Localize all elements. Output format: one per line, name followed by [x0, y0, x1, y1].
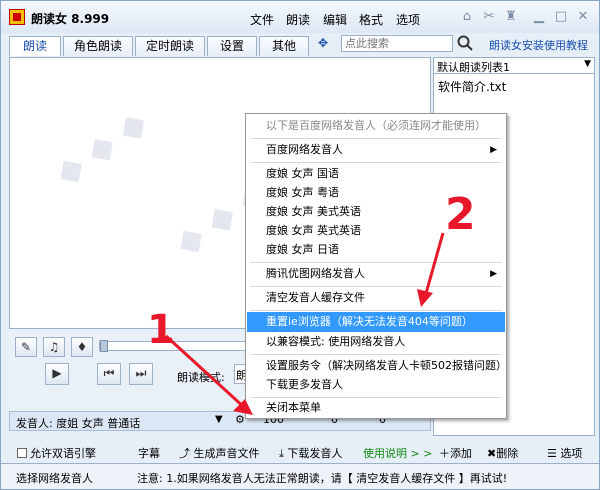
subtitle-button[interactable]: 字幕 — [138, 445, 160, 461]
skin-icon[interactable]: ♜ — [503, 10, 519, 24]
ctx-compat-mode[interactable]: 以兼容模式: 使用网络发音人 — [247, 332, 505, 352]
ctx-set-token[interactable]: 设置服务令（解决网络发音人卡顿502报错问题） — [247, 356, 507, 376]
playlist-select-value: 默认朗读列表1 — [437, 61, 510, 74]
dual-engine-label: 允许双语引擎 — [30, 447, 96, 460]
plus-icon: ＋ — [439, 447, 450, 460]
voice-label: 发音人: 度姐 女声 普通话 — [16, 417, 141, 430]
status-right: 注意: 1.如果网络发音人无法正常朗读，请【 清空发音人缓存文件 】再试试! — [137, 472, 508, 485]
app-logo-icon — [9, 9, 25, 25]
context-menu: 以下是百度网络发音人（必须连网才能使用） 百度网络发音人 ▶ 度娘 女声 国语 度… — [245, 113, 507, 419]
delete-button[interactable]: ✖删除 — [487, 445, 518, 461]
main-window: 朗读女 8.999 文件 朗读 编辑 格式 选项 ⌂ ✂ ♜ ▁ □ ✕ 朗读 … — [0, 0, 600, 490]
ctx-voice-mandarin[interactable]: 度娘 女声 国语 — [247, 164, 505, 184]
playlist-item[interactable]: 软件简介.txt — [438, 78, 506, 95]
divider — [250, 286, 502, 287]
menu-edit[interactable]: 编辑 — [323, 11, 347, 28]
delete-label: 删除 — [496, 447, 519, 460]
divider — [250, 262, 502, 263]
maximize-icon[interactable]: □ — [553, 10, 569, 24]
generate-audio-button[interactable]: ⤴ 生成声音文件 — [179, 445, 260, 461]
ctx-reset-ie[interactable]: 重置ie浏览器（解决无法发音404等问题） — [247, 312, 505, 332]
microphone-icon[interactable]: ♦ — [71, 337, 93, 357]
tab-settings[interactable]: 设置 — [207, 36, 257, 56]
chevron-down-icon: ▼ — [584, 59, 591, 69]
previous-icon[interactable]: ⏮ — [97, 363, 121, 385]
annotation-arrow-1 — [164, 334, 253, 415]
search-icon[interactable] — [457, 35, 473, 51]
watermark-graphic: ◆ ◆ ◆ — [47, 102, 155, 194]
add-label: 添加 — [450, 447, 472, 460]
progress-knob[interactable] — [100, 340, 108, 352]
menu-format[interactable]: 格式 — [359, 11, 383, 28]
status-left: 选择网络发音人 — [16, 472, 93, 485]
play-icon[interactable]: ▶ — [45, 363, 69, 385]
palette-icon[interactable]: ✥ — [318, 35, 336, 51]
tab-read[interactable]: 朗读 — [9, 36, 61, 56]
clip-icon[interactable]: ✎ — [15, 337, 37, 357]
chevron-right-icon: ▶ — [490, 145, 497, 155]
divider — [250, 138, 502, 139]
ctx-download-more[interactable]: 下载更多发音人 — [247, 375, 505, 395]
generate-audio-icon: ⤴ — [179, 447, 194, 460]
add-button[interactable]: ＋添加 — [439, 445, 472, 461]
ctx-baidu-voices[interactable]: 百度网络发音人 ▶ — [247, 140, 505, 160]
dual-engine-checkbox[interactable]: 允许双语引擎 — [17, 445, 96, 461]
app-title: 朗读女 8.999 — [31, 12, 110, 26]
options-label: 选项 — [560, 447, 583, 460]
ctx-voice-japanese[interactable]: 度娘 女声 日语 — [247, 240, 505, 260]
chevron-right-icon: ▶ — [490, 269, 497, 279]
next-icon[interactable]: ⏭ — [129, 363, 153, 385]
ctx-close-menu[interactable]: 关闭本菜单 — [247, 398, 505, 418]
close-icon: ✖ — [487, 447, 497, 460]
status-bar: 选择网络发音人 注意: 1.如果网络发音人无法正常朗读，请【 清空发音人缓存文件… — [1, 463, 599, 489]
minimize-icon[interactable]: ▁ — [531, 10, 547, 24]
menu-read[interactable]: 朗读 — [286, 11, 310, 28]
tab-timed-read[interactable]: 定时朗读 — [135, 36, 205, 56]
options-button[interactable]: ☰ 选项 — [547, 445, 582, 461]
music-icon[interactable]: ♫ — [43, 337, 65, 357]
menu-file[interactable]: 文件 — [250, 11, 274, 28]
search-input[interactable] — [341, 35, 453, 52]
ctx-clear-cache[interactable]: 清空发音人缓存文件 — [247, 288, 505, 308]
divider — [250, 162, 502, 163]
usage-guide-link[interactable]: 使用说明 > > — [363, 445, 432, 461]
close-icon[interactable]: ✕ — [575, 10, 591, 24]
annotation-arrow-2 — [417, 232, 445, 307]
divider — [250, 310, 502, 311]
playlist-select[interactable]: 默认朗读列表1 ▼ — [433, 57, 595, 74]
title-bar: 朗读女 8.999 文件 朗读 编辑 格式 选项 ⌂ ✂ ♜ ▁ □ ✕ — [1, 1, 599, 33]
download-voice-button[interactable]: ⤓ 下载发音人 — [279, 445, 342, 461]
ctx-tencent-voices-label: 腾讯优图网络发音人 — [266, 267, 365, 280]
ctx-header: 以下是百度网络发音人（必须连网才能使用） — [266, 119, 486, 132]
download-voice-label: 下载发音人 — [287, 447, 343, 460]
ctx-tencent-voices[interactable]: 腾讯优图网络发音人 ▶ — [247, 264, 505, 284]
divider — [250, 354, 502, 355]
tab-role-read[interactable]: 角色朗读 — [63, 36, 133, 56]
tab-other[interactable]: 其他 — [259, 36, 309, 56]
install-guide-link[interactable]: 朗读女安装使用教程 — [489, 37, 588, 53]
generate-audio-label: 生成声音文件 — [193, 447, 260, 460]
tools-icon[interactable]: ✂ — [481, 10, 497, 24]
list-icon: ☰ — [547, 447, 561, 460]
ctx-baidu-voices-label: 百度网络发音人 — [266, 143, 343, 156]
menu-options[interactable]: 选项 — [396, 11, 420, 28]
home-icon[interactable]: ⌂ — [459, 10, 475, 24]
checkbox-box[interactable] — [17, 448, 27, 458]
